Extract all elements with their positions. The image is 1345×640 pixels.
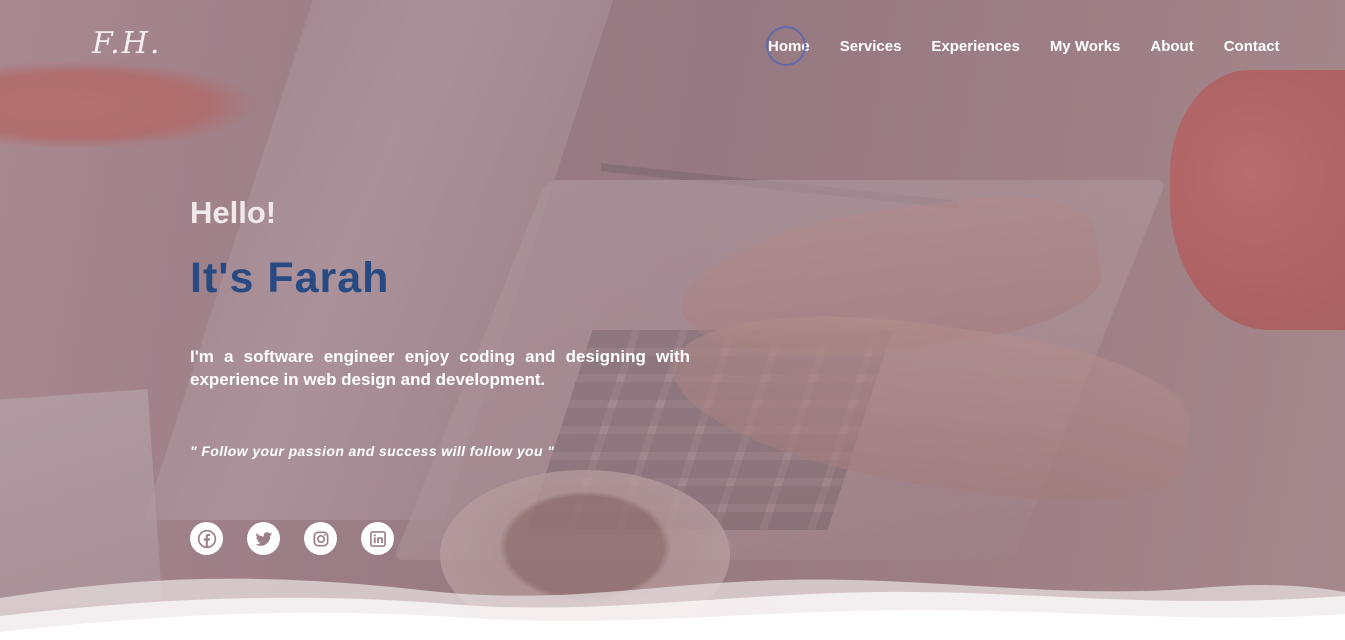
twitter-icon [255,531,272,546]
hero-greeting: Hello! [190,195,277,230]
instagram-icon [313,531,328,546]
nav-about[interactable]: About [1150,38,1193,55]
linkedin-link[interactable] [361,522,394,555]
twitter-link[interactable] [247,522,280,555]
social-links [190,522,394,555]
nav-services[interactable]: Services [840,38,902,55]
nav-home[interactable]: Home [766,26,810,66]
hero-name: It's Farah [190,254,390,302]
facebook-link[interactable] [190,522,223,555]
hero-quote: " Follow your passion and success will f… [190,443,555,459]
bottom-waves [0,578,1345,640]
hero-section: F.H. Home Services Experiences My Works … [0,0,1345,640]
nav-contact[interactable]: Contact [1224,38,1280,55]
linkedin-icon [369,530,386,547]
facebook-icon [197,529,216,548]
site-logo[interactable]: F.H. [92,26,161,61]
hero-intro: I'm a software engineer enjoy coding and… [190,347,690,389]
nav-experiences[interactable]: Experiences [931,38,1019,55]
nav-my-works[interactable]: My Works [1050,38,1121,55]
main-nav: Home Services Experiences My Works About… [766,26,1280,66]
instagram-link[interactable] [304,522,337,555]
